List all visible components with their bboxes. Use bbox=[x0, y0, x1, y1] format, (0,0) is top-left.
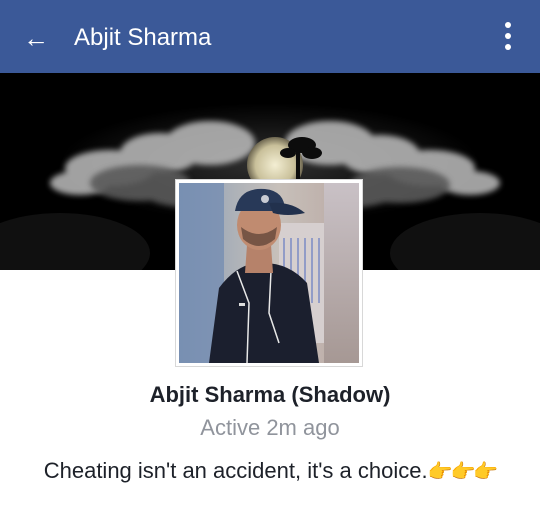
profile-name: Abjit Sharma (Shadow) bbox=[149, 382, 391, 407]
profile-picture[interactable] bbox=[176, 180, 362, 366]
active-status: Active 2m ago bbox=[200, 415, 340, 440]
top-bar: ← Abjit Sharma bbox=[0, 0, 540, 73]
page-title: Abjit Sharma bbox=[74, 24, 212, 51]
pointing-hand-icon: 👉👉👉 bbox=[427, 461, 499, 483]
more-options-button[interactable] bbox=[498, 22, 518, 56]
back-button[interactable]: ← bbox=[14, 20, 58, 56]
profile-photo bbox=[179, 183, 359, 363]
profile-bio: Cheating isn't an accident, it's a choic… bbox=[0, 456, 540, 487]
vertical-dots-icon bbox=[498, 22, 518, 50]
bio-text: Cheating isn't an accident, it's a choic… bbox=[43, 458, 428, 483]
arrow-left-icon: ← bbox=[23, 23, 49, 53]
